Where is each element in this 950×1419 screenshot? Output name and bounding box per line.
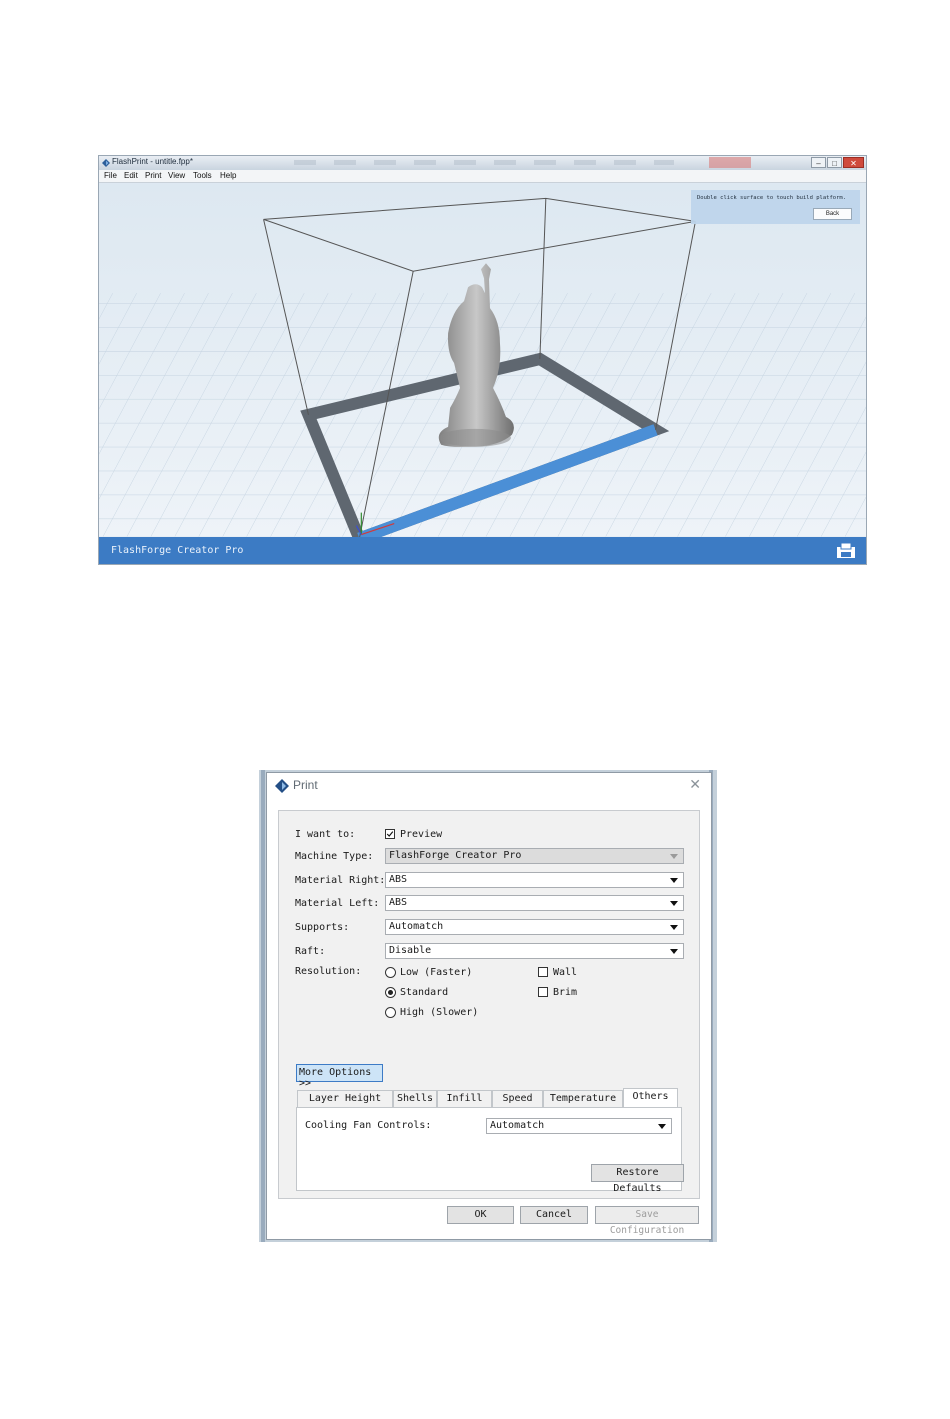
- flashprint-diamond-icon: [275, 779, 289, 793]
- resolution-high-radio[interactable]: [385, 1007, 396, 1018]
- brim-checkbox[interactable]: [538, 987, 548, 997]
- resolution-high-label: High (Slower): [400, 1007, 479, 1018]
- material-left-value: ABS: [389, 897, 408, 908]
- raft-select[interactable]: Disable: [385, 943, 684, 959]
- tab-infill[interactable]: Infill: [437, 1090, 492, 1107]
- wall-checkbox[interactable]: [538, 967, 548, 977]
- dropdown-arrow-icon: [658, 1124, 666, 1129]
- menu-view[interactable]: View: [168, 170, 185, 182]
- supports-label: Supports:: [295, 922, 350, 933]
- printer-icon[interactable]: [836, 542, 856, 560]
- more-options-button[interactable]: More Options >>: [296, 1064, 383, 1089]
- close-button[interactable]: ✕: [843, 157, 864, 168]
- dropdown-arrow-icon: [670, 949, 678, 954]
- brim-label: Brim: [553, 987, 578, 998]
- cooling-fan-value: Automatch: [490, 1120, 545, 1131]
- dropdown-arrow-icon: [670, 854, 678, 859]
- resolution-standard-label: Standard: [400, 987, 449, 998]
- hint-text: Double click surface to touch build plat…: [697, 195, 847, 201]
- dropdown-arrow-icon: [670, 878, 678, 883]
- dialog-title: Print: [293, 778, 318, 792]
- back-button[interactable]: Back: [813, 208, 852, 220]
- menu-print[interactable]: Print: [145, 170, 161, 182]
- menu-help[interactable]: Help: [220, 170, 236, 182]
- menu-tools[interactable]: Tools: [193, 170, 212, 182]
- raft-value: Disable: [389, 945, 432, 956]
- preview-checkbox[interactable]: [385, 829, 395, 839]
- print-dialog: Print ✕ I want to: Preview Machine Type:…: [266, 772, 712, 1240]
- status-bar: FlashForge Creator Pro: [99, 537, 866, 564]
- checkmark-icon: [386, 831, 394, 837]
- i-want-to-label: I want to:: [295, 829, 356, 840]
- preview-label: Preview: [400, 829, 443, 840]
- maximize-button[interactable]: □: [827, 157, 842, 168]
- restore-defaults-button[interactable]: Restore Defaults: [591, 1164, 684, 1194]
- menu-bar: File Edit Print View Tools Help: [99, 170, 866, 183]
- machine-type-label: Machine Type:: [295, 851, 374, 862]
- minimize-button[interactable]: –: [811, 157, 826, 168]
- 3d-viewport[interactable]: [99, 183, 866, 537]
- material-left-select[interactable]: ABS: [385, 895, 684, 911]
- more-options-label: More Options >>: [299, 1067, 372, 1089]
- dropdown-arrow-icon: [670, 925, 678, 930]
- resolution-low-radio[interactable]: [385, 967, 396, 978]
- supports-value: Automatch: [389, 921, 444, 932]
- supports-select[interactable]: Automatch: [385, 919, 684, 935]
- title-bar: FlashPrint - untitle.fpp* – □ ✕: [99, 156, 866, 171]
- material-left-label: Material Left:: [295, 898, 380, 909]
- raft-label: Raft:: [295, 946, 326, 957]
- taskbar-highlight: [709, 157, 751, 168]
- resolution-low-label: Low (Faster): [400, 967, 473, 978]
- dropdown-arrow-icon: [670, 901, 678, 906]
- ok-button[interactable]: OK: [447, 1206, 514, 1224]
- taskbar-blur: [294, 160, 674, 165]
- tab-speed[interactable]: Speed: [492, 1090, 543, 1107]
- cooling-fan-select[interactable]: Automatch: [486, 1118, 672, 1134]
- resolution-standard-radio[interactable]: [385, 987, 396, 998]
- material-right-select[interactable]: ABS: [385, 872, 684, 888]
- wall-label: Wall: [553, 967, 578, 978]
- machine-name: FlashForge Creator Pro: [111, 545, 244, 556]
- cancel-button[interactable]: Cancel: [520, 1206, 588, 1224]
- material-right-label: Material Right:: [295, 875, 386, 886]
- flashprint-app-icon: [102, 159, 110, 167]
- material-right-value: ABS: [389, 874, 408, 885]
- print-settings-panel: I want to: Preview Machine Type: FlashFo…: [278, 810, 700, 1199]
- machine-type-value: FlashForge Creator Pro: [389, 850, 522, 861]
- flashprint-main-window: FlashPrint - untitle.fpp* – □ ✕ File Edi…: [98, 155, 867, 565]
- window-title: FlashPrint - untitle.fpp*: [112, 157, 193, 166]
- menu-edit[interactable]: Edit: [124, 170, 138, 182]
- hint-panel: Double click surface to touch build plat…: [691, 190, 860, 224]
- save-configuration-button[interactable]: Save Configuration: [595, 1206, 699, 1236]
- menu-file[interactable]: File: [104, 170, 117, 182]
- cooling-fan-label: Cooling Fan Controls:: [305, 1120, 432, 1131]
- tab-shells[interactable]: Shells: [393, 1090, 437, 1107]
- resolution-label: Resolution:: [295, 966, 362, 977]
- machine-type-select: FlashForge Creator Pro: [385, 848, 684, 864]
- tab-layer-height[interactable]: Layer Height: [297, 1090, 393, 1107]
- tab-temperature[interactable]: Temperature: [543, 1090, 623, 1107]
- close-icon[interactable]: ✕: [689, 776, 701, 793]
- tab-others[interactable]: Others: [623, 1088, 678, 1107]
